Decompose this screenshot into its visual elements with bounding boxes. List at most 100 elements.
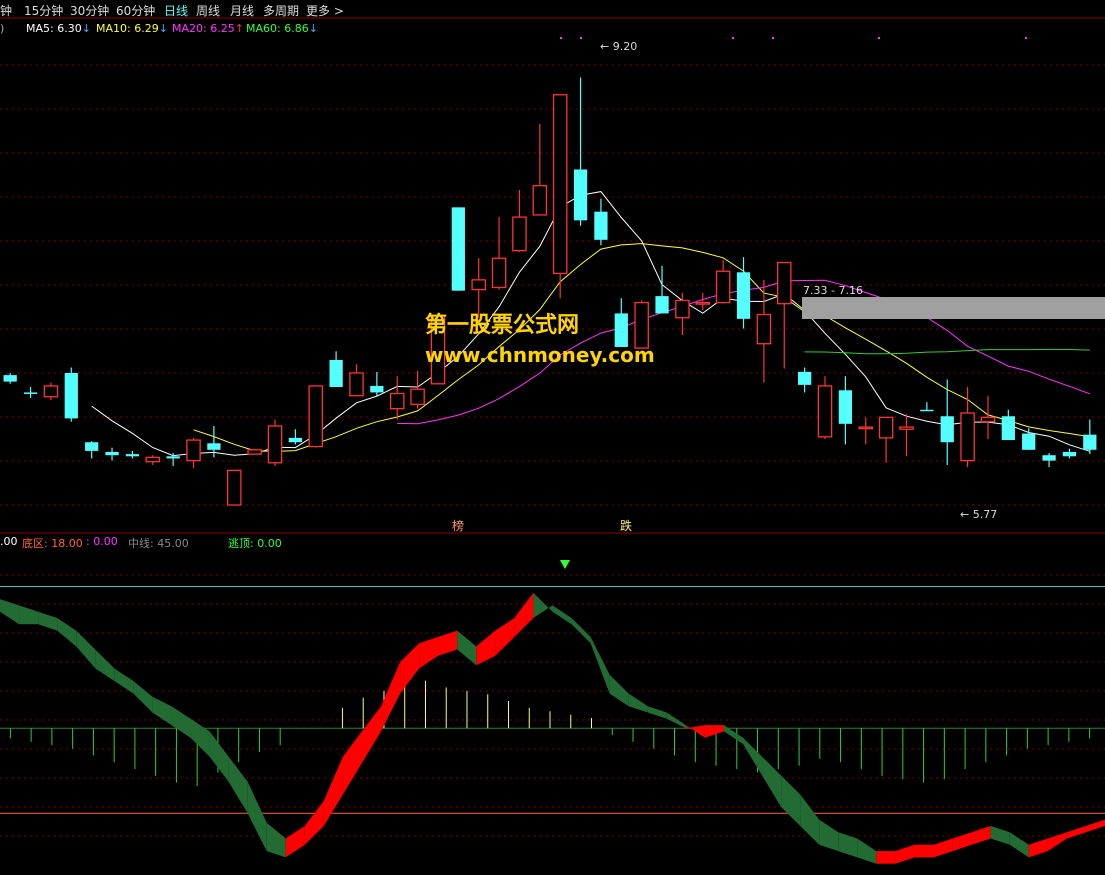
indicator-band-seg-34 (647, 706, 667, 719)
candle-body (389, 392, 405, 410)
candle-body (288, 437, 302, 443)
candle-22 (451, 207, 465, 291)
candle-body (226, 469, 242, 506)
top-dot-4 (878, 37, 880, 39)
candle-50 (1022, 428, 1036, 450)
candle-25 (512, 190, 527, 252)
candle-20 (410, 370, 425, 409)
candle-body (105, 451, 119, 456)
indicator-band-seg-27 (514, 592, 534, 637)
candle-body (920, 409, 934, 412)
top-dot-1 (580, 37, 582, 39)
candle-47 (960, 387, 975, 468)
candle-body (552, 94, 568, 275)
candle-5 (105, 447, 119, 461)
indicator-band-seg-53 (1009, 832, 1029, 858)
candle-12 (247, 448, 262, 455)
candle-body (838, 390, 852, 424)
candle-52 (1062, 448, 1077, 459)
indicator-band-seg-8 (152, 696, 172, 726)
indicator-band-seg-30 (571, 618, 591, 644)
indicator-band-seg-10 (190, 718, 210, 757)
candle-30 (614, 298, 628, 347)
indicator-band-seg-33 (628, 693, 648, 713)
top-dot-3 (772, 37, 774, 39)
candle-2 (43, 382, 59, 401)
indicator-band-seg-19 (361, 706, 382, 763)
candle-4 (85, 441, 99, 459)
indicator-band-seg-37 (704, 725, 724, 738)
indicator-band-seg-17 (323, 756, 343, 826)
candle-18 (370, 371, 384, 397)
watermark-line-1: 第一股票公式网 (425, 313, 580, 338)
candle-body (186, 439, 201, 462)
indicator-band-seg-25 (476, 630, 496, 666)
candle-body (410, 388, 425, 405)
candle-body (43, 385, 59, 398)
indicator-band-seg-24 (457, 630, 477, 666)
indicator-band-seg-46 (876, 851, 896, 864)
candle-body (655, 296, 669, 314)
candle-body (85, 442, 99, 451)
indicator-band-seg-49 (933, 838, 953, 858)
candle-29 (594, 198, 608, 246)
indicator-band-seg-15 (285, 825, 305, 858)
high-label: ← 9.20 (600, 40, 637, 53)
indicator-band-seg-4 (76, 630, 96, 669)
candle-37 (756, 279, 772, 383)
candle-body (267, 425, 283, 464)
indicator-band-seg-1 (19, 605, 39, 625)
candle-40 (817, 376, 833, 439)
top-dot-0 (560, 37, 562, 39)
bottom-mark-1: 榜 (452, 518, 464, 533)
candle-38 (776, 261, 792, 369)
range-box (802, 297, 1105, 319)
candle-body (166, 456, 180, 459)
indicator-band-seg-0 (0, 599, 20, 625)
candle-39 (798, 367, 812, 393)
candle-44 (899, 414, 914, 457)
indicator-band-seg-45 (857, 838, 877, 864)
indicator-band-seg-21 (400, 643, 420, 694)
candle-body (573, 169, 588, 221)
candle-32 (655, 265, 669, 314)
candle-body (634, 301, 649, 349)
candle-42 (858, 417, 874, 445)
candle-body (349, 372, 364, 397)
indicator-band-seg-9 (171, 706, 191, 738)
candle-49 (1001, 409, 1015, 441)
peak-marker-icon (560, 560, 570, 569)
candle-body (614, 313, 628, 347)
candle-body (960, 412, 975, 462)
indicator-band-seg-14 (266, 822, 286, 858)
indicator-band-seg-35 (666, 712, 686, 729)
candle-33 (675, 292, 690, 336)
indicator-band-seg-39 (743, 737, 763, 776)
candle-body (675, 299, 690, 319)
candle-19 (389, 376, 405, 420)
candle-body (817, 385, 833, 438)
candle-14 (288, 429, 302, 445)
candle-body (3, 375, 17, 382)
indicator-band-seg-22 (419, 636, 439, 669)
candle-15 (308, 385, 324, 448)
candle-11 (226, 469, 242, 506)
candle-53 (1083, 419, 1097, 455)
indicator-band-seg-48 (914, 844, 934, 858)
candle-0 (3, 372, 17, 384)
indicator-band-seg-42 (800, 794, 820, 845)
candle-body (1083, 434, 1097, 450)
candle-body (899, 426, 914, 430)
indicator-band-seg-47 (895, 844, 915, 864)
candle-body (1001, 416, 1015, 441)
low-label: ← 5.77 (960, 508, 997, 521)
candle-16 (329, 351, 343, 388)
candle-24 (491, 217, 507, 290)
candle-body (980, 416, 996, 423)
indicator-band-seg-7 (133, 681, 153, 713)
candle-body (512, 216, 527, 252)
indicator-band-seg-11 (209, 731, 229, 782)
candle-body (858, 426, 874, 430)
stock-chart[interactable]: ← 9.20 ← 5.77 7.33 - 7.16 榜 跌 (0, 0, 1105, 875)
indicator-band-seg-57 (1085, 819, 1105, 833)
